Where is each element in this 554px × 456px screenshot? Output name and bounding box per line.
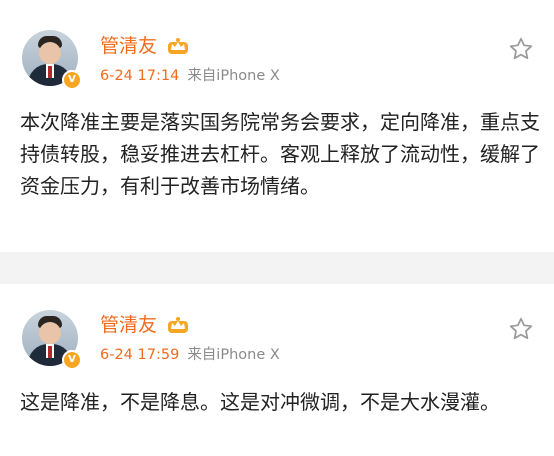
post-meta: 6-24 17:14 来自iPhone X: [100, 67, 280, 85]
weibo-post-1: V 管清友 6-24 17:14 来自iPhone X 本次降准主要是落实国务院常…: [0, 0, 554, 252]
author-name[interactable]: 管清友: [100, 314, 157, 336]
post-content: 本次降准主要是落实国务院常务会要求，定向降准，重点支持债转股，稳妥推进去杠杆。客…: [20, 110, 540, 198]
post-content: 这是降准，不是降息。这是对冲微调，不是大水漫灌。: [20, 390, 500, 414]
author-name[interactable]: 管清友: [100, 35, 157, 57]
post-source: 来自iPhone X: [187, 347, 280, 363]
post-source: 来自iPhone X: [187, 68, 280, 84]
post-meta: 6-24 17:59 来自iPhone X: [100, 346, 280, 364]
crown-vip-icon: [168, 38, 188, 54]
star-outline-icon[interactable]: [508, 36, 534, 62]
verified-v-icon: V: [62, 70, 82, 90]
star-outline-icon[interactable]: [508, 316, 534, 342]
crown-vip-icon: [168, 317, 188, 333]
post-time: 6-24 17:14: [100, 68, 180, 84]
verified-v-icon: V: [62, 350, 82, 370]
weibo-post-2: V 管清友 6-24 17:59 来自iPhone X 这是降准，不是降息。这是对…: [0, 284, 554, 456]
post-time: 6-24 17:59: [100, 347, 180, 363]
